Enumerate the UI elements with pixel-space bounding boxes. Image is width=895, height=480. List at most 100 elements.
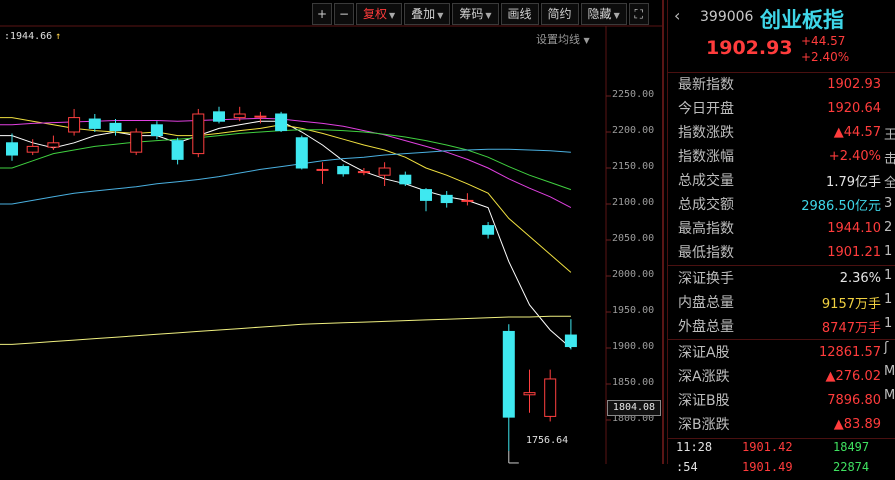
clipped-edge-char: 1 <box>884 292 893 307</box>
kline-chart[interactable] <box>0 0 664 464</box>
tick-time: :54 <box>676 460 698 474</box>
index-name: 创业板指 <box>760 8 844 32</box>
candle-body <box>130 131 143 153</box>
clipped-edge-char: M <box>884 388 895 403</box>
quote-row-value: 1.79亿手 <box>826 174 881 190</box>
change-value: +44.57 <box>801 34 846 48</box>
chevron-down-icon: ▼ <box>583 36 590 45</box>
yincang-label: 隐藏 <box>587 7 612 21</box>
chouma-dropdown[interactable]: 筹码 ▼ <box>452 3 499 25</box>
back-arrow-icon[interactable]: ‹ <box>674 6 680 25</box>
quote-row-label: 深证A股 <box>678 345 730 361</box>
quote-row: 最高指数 1944.10 <box>668 216 883 240</box>
zoom-in-button[interactable]: + <box>312 3 332 25</box>
kline-chart-area[interactable]: + − 复权 ▼ 叠加 ▼ 筹码 ▼ 画线 简约 隐藏 ▼ ⛶ :1944.66 ↑ 设置… <box>0 0 664 464</box>
quote-row-label: 总成交额 <box>678 197 734 213</box>
chevron-down-icon: ▼ <box>389 11 396 20</box>
panel-separator <box>668 438 895 439</box>
jianyue-button[interactable]: 简约 <box>540 3 579 25</box>
candle-body <box>47 142 60 148</box>
ma-setting-label: 设置均线 <box>536 33 580 46</box>
index-price: 1902.93 <box>706 37 793 59</box>
candle-body <box>213 111 225 122</box>
clipped-edge-char: 3 <box>884 196 893 211</box>
quote-row-label: 最高指数 <box>678 221 734 237</box>
yincang-dropdown[interactable]: 隐藏 ▼ <box>580 3 627 25</box>
clipped-edge-char: 1 <box>884 268 893 283</box>
cursor-value: :1944.66 <box>4 31 53 42</box>
quote-row: 深A涨跌 ▲276.02 <box>668 364 883 388</box>
quote-row-value: 2986.50亿元 <box>801 198 881 214</box>
quote-row-label: 深A涨跌 <box>678 369 730 385</box>
quote-row: 总成交量 1.79亿手 <box>668 168 883 192</box>
candle-body <box>275 113 288 132</box>
candle-body <box>171 140 184 160</box>
candle-body <box>6 142 18 156</box>
clipped-edge-char: 全 <box>884 176 895 191</box>
candle-body <box>192 113 205 155</box>
tick-volume: 22874 <box>833 460 870 474</box>
quote-row-value: 1901.21 <box>827 244 881 260</box>
quote-row: 深证换手 2.36% <box>668 266 883 290</box>
quote-row-label: 最低指数 <box>678 245 734 261</box>
candle-body <box>399 174 412 185</box>
candle-body <box>461 199 474 202</box>
quote-row-label: 内盘总量 <box>678 295 734 311</box>
candle-body <box>26 145 39 153</box>
clipped-edge-char: 1 <box>884 244 893 259</box>
quote-row-label: 深证换手 <box>678 271 734 287</box>
quote-row: 指数涨幅 +2.40% <box>668 144 883 168</box>
quote-row-label: 外盘总量 <box>678 319 734 335</box>
quote-row-label: 指数涨幅 <box>678 149 734 165</box>
ma-line-2 <box>0 117 572 209</box>
y-tick-label: 1950.00 <box>612 305 655 316</box>
candle-body <box>502 330 515 418</box>
quote-row: 最低指数 1901.21 <box>668 240 883 264</box>
quote-row: 指数涨跌 ▲44.57 <box>668 120 883 144</box>
candle-body <box>378 167 391 176</box>
change-percent: +2.40% <box>801 50 850 64</box>
candle-body <box>523 392 536 396</box>
low-price-label: 1756.64 <box>526 435 569 446</box>
y-tick-label: 2050.00 <box>612 233 655 244</box>
quote-panel: ‹ 399006 创业板指 1902.93 +44.57 +2.40% 最新指数… <box>667 0 895 474</box>
candle-body <box>316 168 329 171</box>
clipped-edge-char: 击 <box>884 152 895 167</box>
tick-volume: 18497 <box>833 440 870 454</box>
zoom-out-button[interactable]: − <box>334 3 354 25</box>
ma-line-5 <box>0 315 571 345</box>
quote-row-label: 深B涨跌 <box>678 417 730 433</box>
diejia-dropdown[interactable]: 叠加 ▼ <box>404 3 451 25</box>
huaxian-button[interactable]: 画线 <box>500 3 539 25</box>
candle-body <box>88 118 101 129</box>
quote-row: 深证B股 7896.80 <box>668 388 883 412</box>
chart-toolbar: + − 复权 ▼ 叠加 ▼ 筹码 ▼ 画线 简约 隐藏 ▼ ⛶ <box>310 3 649 25</box>
candle-body <box>109 122 122 132</box>
quote-row-value: 9157万手 <box>821 296 881 312</box>
candle-body <box>150 124 163 137</box>
fuquan-dropdown[interactable]: 复权 ▼ <box>356 3 403 25</box>
quote-row-value: 1944.10 <box>827 220 881 236</box>
quote-row: 内盘总量 9157万手 <box>668 290 883 314</box>
current-price-tag: 1804.08 <box>607 400 661 416</box>
fuquan-label: 复权 <box>363 7 388 21</box>
candle-body <box>254 115 267 118</box>
quote-header: ‹ 399006 创业板指 1902.93 +44.57 +2.40% <box>668 0 895 72</box>
chevron-down-icon: ▼ <box>437 11 444 20</box>
candle-body <box>68 117 81 133</box>
y-tick-label: 1850.00 <box>612 377 655 388</box>
y-tick-label: 2200.00 <box>612 125 655 136</box>
ma-setting-button[interactable]: 设置均线 ▼ <box>536 31 590 47</box>
fullscreen-icon[interactable]: ⛶ <box>628 3 649 25</box>
quote-row: 深B涨跌 ▲83.89 <box>668 412 883 436</box>
ma-line-1 <box>0 117 572 273</box>
quote-row-label: 今日开盘 <box>678 101 734 117</box>
candle-body <box>233 113 246 119</box>
quote-row: 外盘总量 8747万手 <box>668 314 883 338</box>
quote-row-value: ▲44.57 <box>833 124 881 140</box>
tick-time: 11:28 <box>676 440 713 454</box>
clipped-edge-char: 1 <box>884 316 893 331</box>
ma-line-4 <box>0 148 571 205</box>
tick-price: 1901.42 <box>742 440 793 454</box>
quote-row-value: ▲276.02 <box>825 368 882 384</box>
